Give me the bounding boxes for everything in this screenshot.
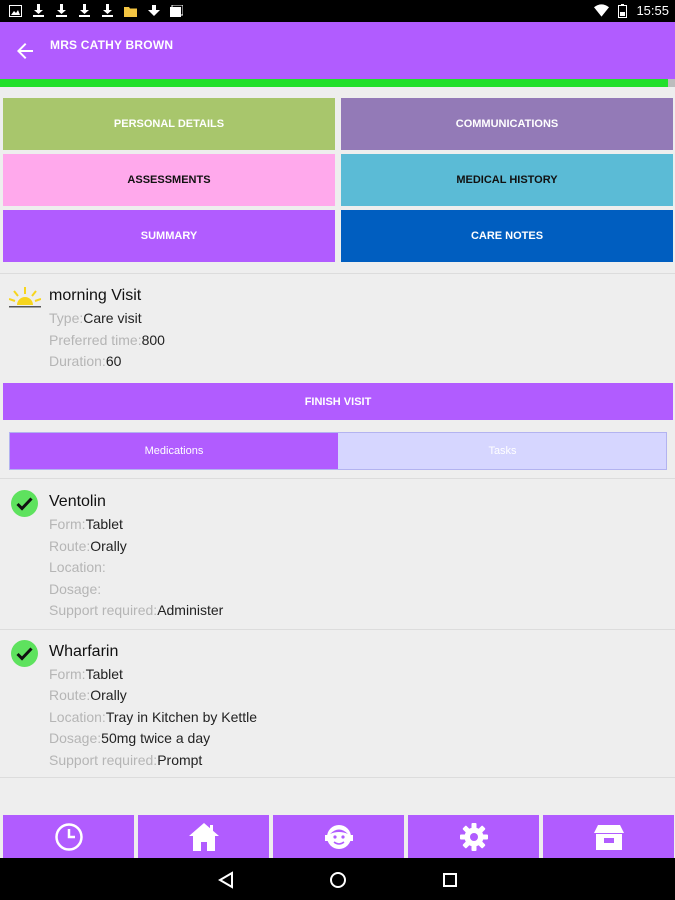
wifi-icon bbox=[594, 3, 610, 18]
back-triangle-icon bbox=[218, 871, 233, 889]
medication-support: Support required:Prompt bbox=[49, 752, 203, 768]
visit-preferred-time: Preferred time:800 bbox=[49, 332, 165, 348]
open-box-icon bbox=[593, 824, 624, 850]
progress-fill bbox=[0, 79, 669, 87]
battery-icon bbox=[615, 3, 630, 18]
profile-nav-button[interactable] bbox=[273, 815, 404, 858]
care-notes-button[interactable]: CARE NOTES bbox=[341, 210, 673, 262]
photos-icon bbox=[169, 3, 184, 18]
medication-dosage: Dosage: bbox=[49, 581, 102, 597]
status-bar: 15:55 bbox=[0, 0, 675, 22]
medication-support: Support required:Administer bbox=[49, 602, 224, 618]
page-title: MRS CATHY BROWN bbox=[50, 38, 174, 52]
settings-gear-icon bbox=[459, 822, 488, 851]
checkmark-icon bbox=[11, 490, 38, 517]
home-circle-icon bbox=[330, 872, 346, 888]
assessments-button[interactable]: ASSESSMENTS bbox=[3, 154, 335, 206]
visit-card: morning Visit Type:Care visit Preferred … bbox=[0, 283, 675, 383]
clock-time: 15:55 bbox=[636, 3, 669, 18]
storage-nav-button[interactable] bbox=[543, 815, 674, 858]
medical-history-button[interactable]: MEDICAL HISTORY bbox=[341, 154, 673, 206]
download-icon bbox=[54, 3, 69, 18]
medication-location: Location: bbox=[49, 559, 106, 575]
tab-tasks[interactable]: Tasks bbox=[339, 433, 666, 469]
medication-route: Route:Orally bbox=[49, 687, 127, 703]
visit-progress-bar bbox=[0, 79, 675, 87]
visit-type: Type:Care visit bbox=[49, 310, 142, 326]
section-grid: PERSONAL DETAILS COMMUNICATIONS ASSESSME… bbox=[3, 98, 673, 264]
download-icon bbox=[100, 3, 115, 18]
medication-location: Location:Tray in Kitchen by Kettle bbox=[49, 709, 258, 725]
system-nav-bar bbox=[0, 858, 675, 900]
settings-nav-button[interactable] bbox=[408, 815, 539, 858]
tab-bar: Medications Tasks bbox=[9, 432, 667, 470]
tab-medications[interactable]: Medications bbox=[10, 433, 338, 469]
download-icon bbox=[31, 3, 46, 18]
visits-nav-button[interactable] bbox=[3, 815, 134, 858]
medication-form: Form:Tablet bbox=[49, 516, 123, 532]
home-icon bbox=[188, 822, 219, 851]
back-arrow-icon bbox=[17, 43, 33, 59]
system-back-button[interactable] bbox=[214, 868, 238, 892]
recents-square-icon bbox=[443, 873, 457, 887]
medication-name: Ventolin bbox=[49, 493, 106, 510]
medication-route: Route:Orally bbox=[49, 538, 127, 554]
finish-visit-button[interactable]: FINISH VISIT bbox=[3, 383, 673, 420]
system-recents-button[interactable] bbox=[438, 868, 462, 892]
divider bbox=[0, 478, 675, 479]
summary-button[interactable]: SUMMARY bbox=[3, 210, 335, 262]
divider bbox=[0, 629, 675, 630]
visit-title: morning Visit bbox=[49, 287, 142, 304]
app-bar: MRS CATHY BROWN bbox=[0, 22, 675, 79]
sun-icon bbox=[9, 287, 41, 308]
medication-name: Wharfarin bbox=[49, 643, 119, 660]
back-button[interactable] bbox=[12, 38, 38, 64]
clock-icon bbox=[54, 822, 83, 851]
download-icon bbox=[146, 3, 161, 18]
bottom-nav bbox=[0, 815, 675, 858]
system-home-button[interactable] bbox=[326, 868, 350, 892]
medication-dosage: Dosage:50mg twice a day bbox=[49, 730, 211, 746]
visit-duration: Duration:60 bbox=[49, 353, 122, 369]
system-status: 15:55 bbox=[594, 3, 669, 18]
folder-icon bbox=[123, 3, 138, 18]
medication-form: Form:Tablet bbox=[49, 666, 123, 682]
personal-details-button[interactable]: PERSONAL DETAILS bbox=[3, 98, 335, 150]
gallery-icon bbox=[8, 3, 23, 18]
checkmark-icon bbox=[11, 640, 38, 667]
user-face-icon bbox=[324, 824, 353, 849]
communications-button[interactable]: COMMUNICATIONS bbox=[341, 98, 673, 150]
notification-icons bbox=[8, 3, 184, 18]
download-icon bbox=[77, 3, 92, 18]
home-nav-button[interactable] bbox=[138, 815, 269, 858]
divider bbox=[0, 777, 675, 778]
divider bbox=[0, 273, 675, 274]
